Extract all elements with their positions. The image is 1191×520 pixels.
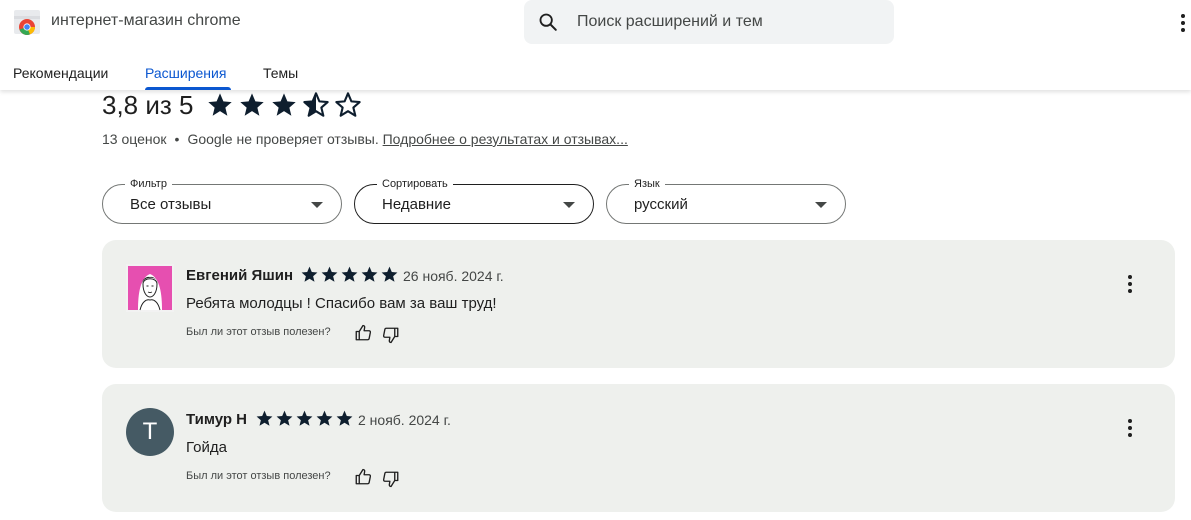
- language-dropdown-value: русский: [634, 196, 688, 213]
- arrow-drop-down-icon: [311, 202, 323, 208]
- top-bar: интернет-магазин chrome Поиск расширений…: [0, 0, 1191, 90]
- average-rating-stars: [206, 91, 366, 117]
- active-tab-indicator: [145, 87, 231, 90]
- thumb-up-icon[interactable]: [354, 324, 372, 342]
- star-icon: [360, 265, 379, 284]
- more-vert-icon[interactable]: [1122, 272, 1138, 296]
- more-vert-icon[interactable]: [1175, 10, 1191, 36]
- language-dropdown-label: Язык: [629, 178, 665, 190]
- review-date: 2 нояб. 2024 г.: [358, 412, 451, 428]
- star-icon: [380, 265, 399, 284]
- star-icon: [270, 91, 298, 119]
- language-dropdown[interactable]: Язык русский: [606, 178, 846, 224]
- star-icon: [315, 409, 334, 428]
- review-date: 26 нояб. 2024 г.: [403, 268, 504, 284]
- review-card: Евгений Яшин 26 нояб. 2024 г. Ребята мол…: [102, 240, 1175, 368]
- learn-more-link[interactable]: Подробнее о результатах и отзывах...: [383, 131, 628, 147]
- helpful-prompt: Был ли этот отзыв полезен?: [186, 470, 331, 482]
- sort-dropdown-value: Недавние: [382, 196, 451, 213]
- thumb-down-icon[interactable]: [382, 326, 400, 344]
- reviewer-name: Евгений Яшин: [186, 267, 294, 284]
- average-rating: 3,8 из 5: [102, 90, 194, 120]
- filter-dropdown-label: Фильтр: [125, 178, 172, 190]
- sort-dropdown-label: Сортировать: [377, 178, 453, 190]
- separator-dot: •: [174, 131, 180, 147]
- chrome-web-store-icon[interactable]: [12, 8, 42, 36]
- star-icon: [295, 409, 314, 428]
- rating-meta: 13 оценок • Google не проверяет отзывы. По…: [102, 131, 628, 147]
- review-text: Гойда: [186, 439, 227, 456]
- reviewer-name: Тимур Н: [186, 411, 248, 428]
- star-half-icon: [302, 91, 330, 119]
- avatar: T: [126, 408, 174, 456]
- star-icon: [255, 409, 274, 428]
- helpful-prompt: Был ли этот отзыв полезен?: [186, 326, 331, 338]
- review-stars: [255, 409, 355, 428]
- thumb-down-icon[interactable]: [382, 470, 400, 488]
- star-icon: [206, 91, 234, 119]
- review-text: Ребята молодцы ! Спасибо вам за ваш труд…: [186, 295, 497, 312]
- arrow-drop-down-icon: [815, 202, 827, 208]
- search-input[interactable]: Поиск расширений и тем: [577, 13, 763, 31]
- review-stars: [300, 265, 400, 284]
- search-icon: [539, 13, 557, 31]
- filter-dropdown-value: Все отзывы: [130, 196, 212, 213]
- thumb-up-icon[interactable]: [354, 468, 372, 486]
- star-icon: [335, 409, 354, 428]
- tab-themes[interactable]: Темы: [263, 65, 298, 81]
- review-notice: Google не проверяет отзывы.: [187, 131, 379, 147]
- review-card: T Тимур Н 2 нояб. 2024 г. Гойда Был ли э…: [102, 384, 1175, 512]
- arrow-drop-down-icon: [563, 202, 575, 208]
- sort-dropdown[interactable]: Сортировать Недавние: [354, 178, 594, 224]
- star-empty-icon: [334, 91, 362, 119]
- star-icon: [340, 265, 359, 284]
- more-vert-icon[interactable]: [1122, 416, 1138, 440]
- star-icon: [320, 265, 339, 284]
- ratings-count: 13 оценок: [102, 131, 167, 147]
- star-icon: [300, 265, 319, 284]
- star-icon: [238, 91, 266, 119]
- tab-recommendations[interactable]: Рекомендации: [13, 65, 108, 81]
- avatar: [126, 264, 174, 312]
- store-title[interactable]: интернет-магазин chrome: [51, 12, 241, 30]
- filter-dropdown[interactable]: Фильтр Все отзывы: [102, 178, 342, 224]
- tab-extensions[interactable]: Расширения: [145, 65, 226, 81]
- star-icon: [275, 409, 294, 428]
- search-box[interactable]: Поиск расширений и тем: [524, 0, 894, 44]
